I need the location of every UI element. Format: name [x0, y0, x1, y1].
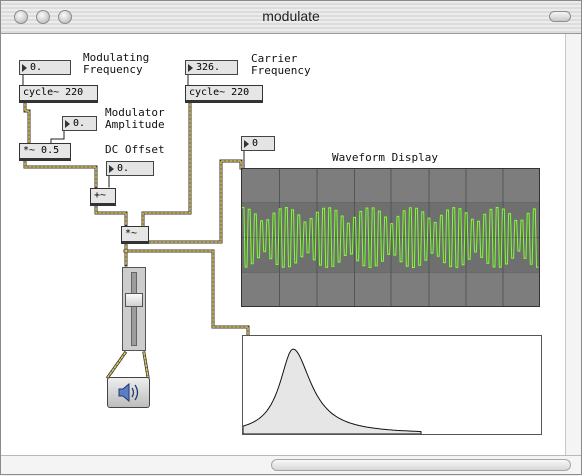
gain-slider[interactable] — [122, 267, 146, 351]
spectrum-plot — [243, 348, 422, 434]
scope-control-number[interactable]: 0 — [241, 136, 275, 151]
dc-offset-label: DC Offset — [105, 143, 165, 156]
ring-multiply-object[interactable]: *~ — [121, 226, 149, 244]
spectrum-curve — [243, 348, 422, 434]
waveform-display[interactable] — [241, 168, 540, 307]
multiply-amplitude-object[interactable]: *~ 0.5 — [19, 143, 71, 161]
carrier-frequency-number[interactable]: 326. — [185, 60, 238, 75]
speaker-button[interactable] — [107, 377, 150, 408]
gain-slider-thumb[interactable] — [125, 292, 143, 307]
vertical-scrollbar[interactable] — [565, 34, 581, 456]
spectrum-display[interactable] — [242, 335, 542, 435]
add-offset-object[interactable]: +~ — [90, 188, 116, 206]
waveform-display-label: Waveform Display — [332, 151, 438, 164]
scope-plot — [242, 169, 539, 306]
window-title: modulate — [262, 8, 320, 24]
modulator-amplitude-label: Modulator Amplitude — [105, 106, 165, 131]
speaker-icon — [118, 382, 139, 403]
dc-offset-number[interactable]: 0. — [106, 161, 154, 176]
title-bar[interactable]: modulate — [1, 1, 581, 34]
carrier-frequency-label: Carrier Frequency — [251, 52, 311, 77]
modulating-frequency-number[interactable]: 0. — [19, 60, 71, 75]
modulator-amplitude-number[interactable]: 0. — [62, 116, 97, 131]
horizontal-scrollbar-thumb[interactable] — [271, 459, 571, 471]
horizontal-scrollbar[interactable] — [1, 455, 581, 474]
cycle-carrier-object[interactable]: cycle~ 220 — [185, 85, 263, 103]
window: modulate Modulating Frequency Carrier Fr… — [0, 0, 582, 475]
gain-slider-track — [131, 272, 137, 346]
modulating-frequency-label: Modulating Frequency — [83, 51, 150, 76]
toolbar-toggle-button[interactable] — [549, 11, 571, 22]
cycle-modulator-object[interactable]: cycle~ 220 — [19, 85, 98, 103]
